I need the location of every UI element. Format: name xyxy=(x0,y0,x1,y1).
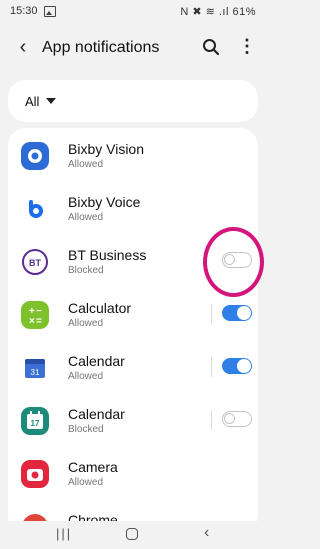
divider xyxy=(211,410,212,430)
notification-toggle[interactable] xyxy=(222,305,252,321)
filter-dropdown[interactable]: All xyxy=(8,80,258,122)
status-bar: 15:30 N ✖ ≋ .ıl 61% xyxy=(0,0,266,24)
list-item[interactable]: Camera Allowed xyxy=(8,446,258,499)
filter-label: All xyxy=(25,94,40,109)
notification-toggle[interactable] xyxy=(222,358,252,374)
svg-text:31: 31 xyxy=(31,368,40,377)
page-title: App notifications xyxy=(42,39,160,56)
bixby-vision-icon xyxy=(21,142,49,170)
recent-apps-icon[interactable]: ||| xyxy=(56,526,72,541)
calendar-icon: 31 xyxy=(21,354,49,382)
more-vert-icon[interactable]: ⋮ xyxy=(238,36,256,57)
list-item[interactable]: Bixby Voice Allowed xyxy=(8,181,258,234)
status-indicators: N ✖ ≋ .ıl 61% xyxy=(180,6,256,18)
app-status: Blocked xyxy=(68,424,104,435)
highlight-circle xyxy=(203,227,264,297)
back-icon[interactable]: ‹ xyxy=(204,524,209,542)
calculator-icon: + − × = xyxy=(21,301,49,329)
list-item[interactable]: 31 Calendar Allowed xyxy=(8,340,258,393)
svg-text:17: 17 xyxy=(31,419,40,428)
notification-toggle[interactable] xyxy=(222,411,252,427)
search-icon[interactable] xyxy=(202,38,220,56)
back-arrow-icon[interactable]: ‹ xyxy=(12,36,34,59)
svg-text:×: × xyxy=(29,316,35,327)
app-status: Blocked xyxy=(68,265,104,276)
bt-business-icon: BT xyxy=(22,249,48,275)
list-item[interactable]: + − × = Calculator Allowed xyxy=(8,287,258,340)
app-name: Calendar xyxy=(68,406,125,422)
app-bar: ‹ App notifications ⋮ xyxy=(0,28,266,68)
svg-text:=: = xyxy=(36,316,42,327)
app-name: Calculator xyxy=(68,300,132,316)
app-list: Bixby Vision Allowed Bixby Voice Allowed… xyxy=(8,128,258,533)
home-icon[interactable] xyxy=(126,528,138,540)
list-item[interactable]: 17 Calendar Blocked xyxy=(8,393,258,446)
bixby-voice-icon xyxy=(21,195,49,223)
app-status: Allowed xyxy=(68,477,104,488)
dropdown-caret-icon xyxy=(46,98,56,104)
list-item[interactable]: Bixby Vision Allowed xyxy=(8,128,258,181)
app-name: Bixby Vision xyxy=(68,141,145,157)
divider xyxy=(211,357,212,377)
svg-text:BT: BT xyxy=(29,258,41,268)
app-status: Allowed xyxy=(68,212,104,223)
app-name: Bixby Voice xyxy=(68,194,141,210)
divider xyxy=(211,304,212,324)
app-status: Allowed xyxy=(68,318,104,329)
app-name: BT Business xyxy=(68,247,147,263)
app-name: Calendar xyxy=(68,353,125,369)
gallery-notification-icon xyxy=(44,6,56,17)
calendar-icon: 17 xyxy=(21,407,49,435)
app-status: Allowed xyxy=(68,159,104,170)
camera-icon xyxy=(21,460,49,488)
status-time: 15:30 xyxy=(10,5,38,17)
app-name: Camera xyxy=(68,459,118,475)
navigation-bar: ||| ‹ xyxy=(0,521,266,549)
app-status: Allowed xyxy=(68,371,104,382)
